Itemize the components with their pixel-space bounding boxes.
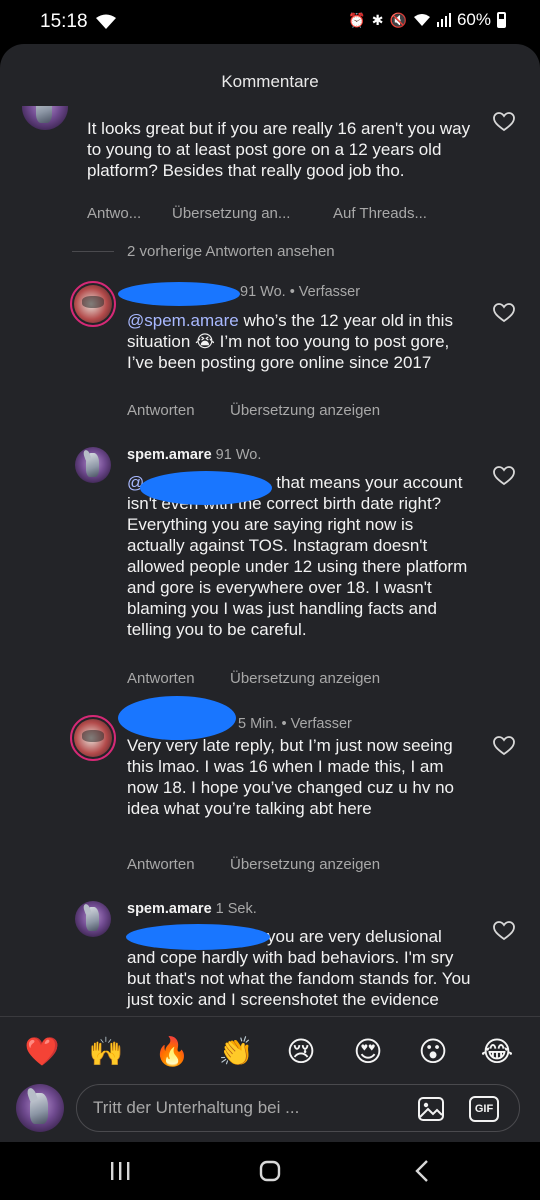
view-previous-replies[interactable]: 2 vorherige Antworten ansehen: [127, 243, 335, 260]
threads-button[interactable]: Auf Threads...: [333, 205, 427, 222]
username[interactable]: spem.amare: [127, 901, 212, 917]
avatar[interactable]: [75, 901, 111, 937]
redacted-username: [118, 696, 236, 740]
username[interactable]: spem.amare: [127, 447, 212, 463]
translate-button[interactable]: Übersetzung an...: [172, 205, 333, 222]
recents-icon[interactable]: [100, 1156, 140, 1186]
comments-sheet: Kommentare It looks great but if you are…: [0, 44, 540, 1142]
sheet-header: Kommentare: [0, 44, 540, 106]
emoji-clap[interactable]: 👏: [218, 1034, 254, 1070]
comment-text: It looks great but if you are really 16 …: [87, 119, 471, 180]
cell-signal-icon: [436, 13, 451, 27]
heart-outline-icon[interactable]: [493, 303, 515, 323]
reply-meta: spem.amare 1 Sek.: [127, 901, 257, 917]
reply-meta: 5 Min. • Verfasser: [238, 716, 352, 732]
emoji-bar: ❤️ 🙌 🔥 👏 😢 😍 😮 😂: [0, 1026, 540, 1082]
reply-actions: Antworten Übersetzung anzeigen: [127, 402, 380, 419]
reply-button[interactable]: Antworten: [127, 670, 230, 687]
sheet-title: Kommentare: [221, 72, 319, 91]
emoji-heart-eyes[interactable]: 😍: [350, 1034, 386, 1070]
avatar[interactable]: [75, 447, 111, 483]
translate-button[interactable]: Übersetzung anzeigen: [230, 670, 380, 687]
comment-actions: Antwo... Übersetzung an... Auf Threads..…: [87, 205, 427, 222]
heart-outline-icon[interactable]: [493, 112, 515, 132]
reply-meta: spem.amare 91 Wo.: [127, 447, 261, 463]
system-nav-bar: [0, 1142, 540, 1200]
translate-button[interactable]: Übersetzung anzeigen: [230, 402, 380, 419]
self-avatar: [16, 1084, 64, 1132]
battery-icon: [497, 12, 506, 28]
wifi-signal-icon: [413, 14, 430, 26]
emoji-divider: [0, 1016, 540, 1017]
redacted-mention: [140, 471, 272, 505]
heart-outline-icon[interactable]: [493, 921, 515, 941]
reply-button[interactable]: Antworten: [127, 402, 230, 419]
battery-percent: 60%: [456, 10, 491, 29]
timestamp: 91 Wo.: [215, 447, 262, 463]
emoji-fire[interactable]: 🔥: [154, 1034, 190, 1070]
comment-input-row: GIF: [0, 1078, 540, 1142]
reply-text: @spem.amare who’s the 12 year old in thi…: [127, 310, 472, 373]
emoji-laugh[interactable]: 😂: [479, 1034, 515, 1070]
back-icon[interactable]: [402, 1156, 442, 1186]
comment-list[interactable]: It looks great but if you are really 16 …: [0, 106, 540, 1016]
author-avatar[interactable]: [70, 715, 116, 761]
comment-input-box[interactable]: GIF: [76, 1084, 520, 1132]
bluetooth-icon: ✱: [371, 12, 384, 28]
translate-button[interactable]: Übersetzung anzeigen: [230, 856, 380, 873]
emoji-heart[interactable]: ❤️: [24, 1034, 60, 1070]
emoji-surprised[interactable]: 😮: [415, 1034, 451, 1070]
avatar[interactable]: [22, 106, 68, 130]
status-icons: ⏰ ✱ 🔇 60%: [348, 10, 506, 30]
wifi-icon: [96, 14, 116, 35]
reply-button[interactable]: Antwo...: [87, 205, 172, 222]
timestamp: 1 Sek.: [215, 901, 257, 917]
author-avatar[interactable]: [70, 281, 116, 327]
reply-meta: 91 Wo. • Verfasser: [240, 284, 361, 300]
replies-divider: [72, 251, 114, 252]
comment-input[interactable]: [93, 1085, 393, 1131]
emoji-raised-hands[interactable]: 🙌: [88, 1034, 124, 1070]
status-time: 15:18: [40, 11, 88, 32]
alarm-icon: ⏰: [348, 12, 366, 28]
mute-icon: 🔇: [389, 12, 407, 28]
redacted-mention: [126, 924, 270, 950]
home-icon[interactable]: [250, 1156, 290, 1186]
reply-text: Very very late reply, but I’m just now s…: [127, 736, 455, 818]
status-bar: 15:18 ⏰ ✱ 🔇 60%: [0, 0, 540, 44]
redacted-username: [118, 282, 240, 306]
reply-actions: Antworten Übersetzung anzeigen: [127, 670, 380, 687]
gif-icon[interactable]: GIF: [469, 1096, 499, 1122]
reply-actions: Antworten Übersetzung anzeigen: [127, 856, 380, 873]
reply-button[interactable]: Antworten: [127, 856, 230, 873]
mention-link[interactable]: @spem.amare: [127, 311, 239, 330]
heart-outline-icon[interactable]: [493, 466, 515, 486]
emoji-cry[interactable]: 😢: [283, 1034, 319, 1070]
heart-outline-icon[interactable]: [493, 736, 515, 756]
image-icon[interactable]: [417, 1095, 445, 1123]
